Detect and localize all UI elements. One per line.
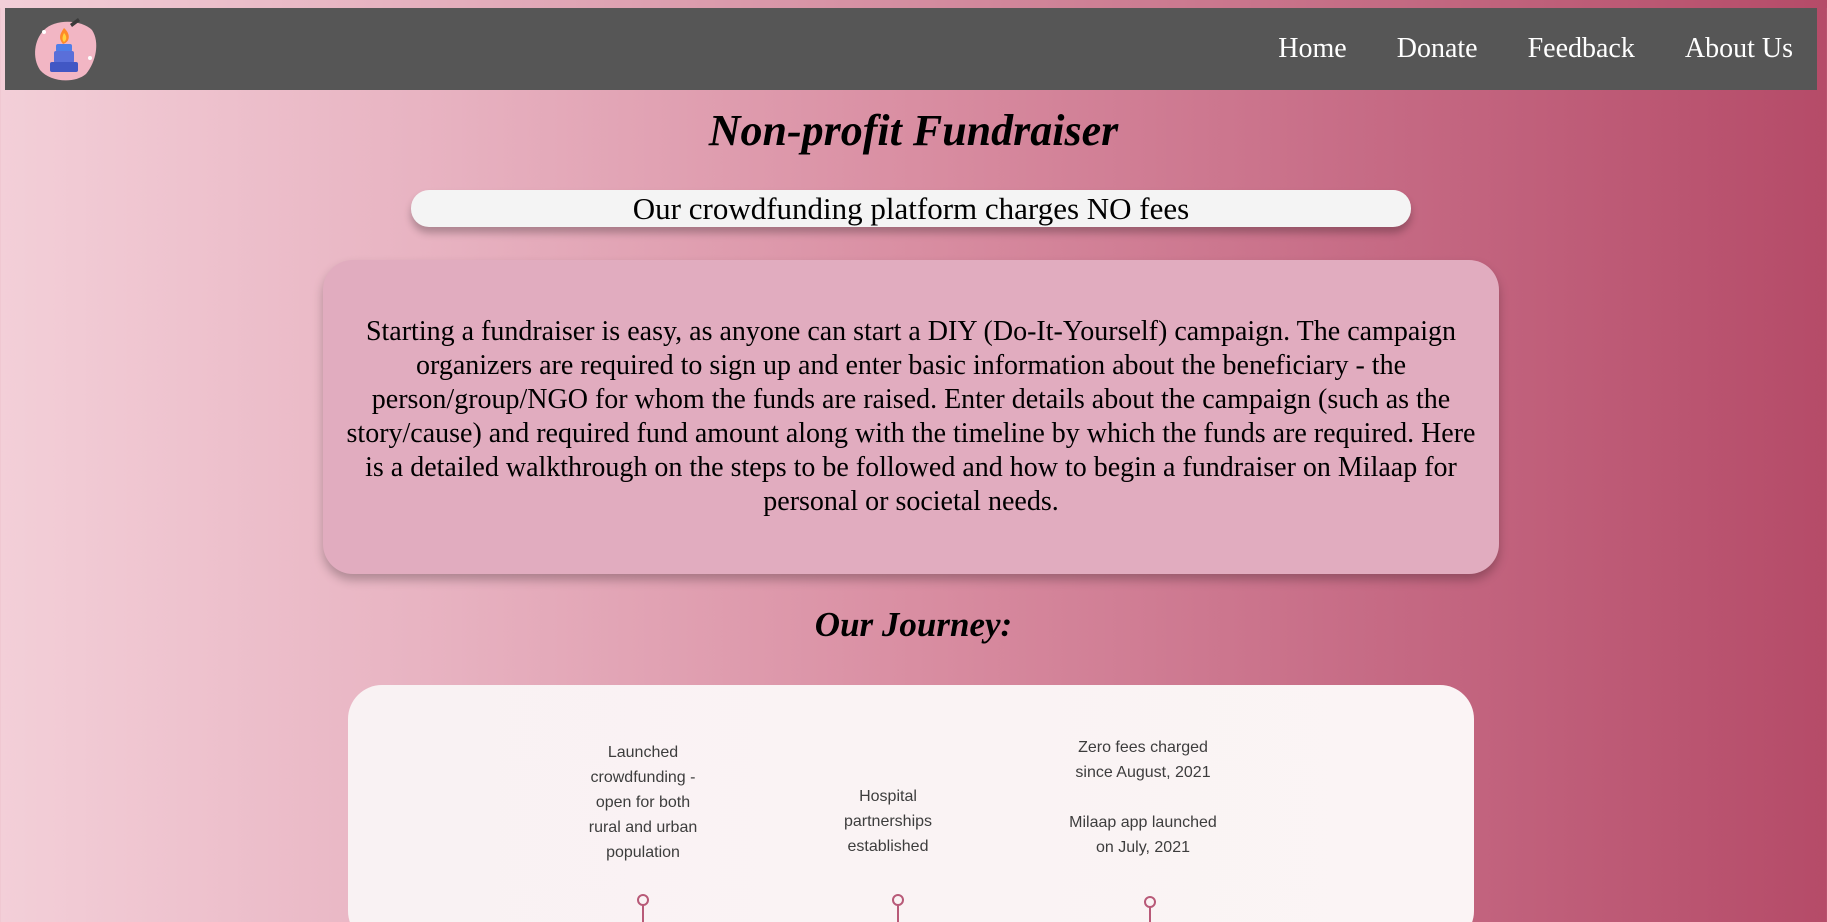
timeline-pin-icon [888,893,908,922]
milestone-text: Hospital partnerships established [843,788,933,855]
milestone-text: Launched crowdfunding - open for both ru… [588,744,698,861]
no-fees-banner: Our crowdfunding platform charges NO fee… [411,190,1411,227]
top-strip [0,0,1827,8]
candle-icon[interactable] [30,14,100,84]
description-card: Starting a fundraiser is easy, as anyone… [323,260,1499,574]
journey-card: Launched crowdfunding - open for both ru… [348,685,1474,922]
page-title: Non-profit Fundraiser [708,106,1119,155]
milestone-text: Zero fees charged since August, 2021 Mil… [1069,739,1217,856]
nav-feedback-link[interactable]: Feedback [1528,33,1635,65]
timeline-pin-icon [633,893,653,922]
nav-donate-link[interactable]: Donate [1397,33,1478,65]
nav-home-link[interactable]: Home [1278,33,1346,65]
timeline-pin-icon [1140,895,1160,922]
navbar: Home Donate Feedback About Us [5,8,1817,90]
nav-about-link[interactable]: About Us [1685,33,1793,65]
nav-links: Home Donate Feedback About Us [1278,8,1793,90]
journey-title: Our Journey: [814,605,1013,644]
description-text: Starting a fundraiser is easy, as anyone… [346,316,1476,517]
